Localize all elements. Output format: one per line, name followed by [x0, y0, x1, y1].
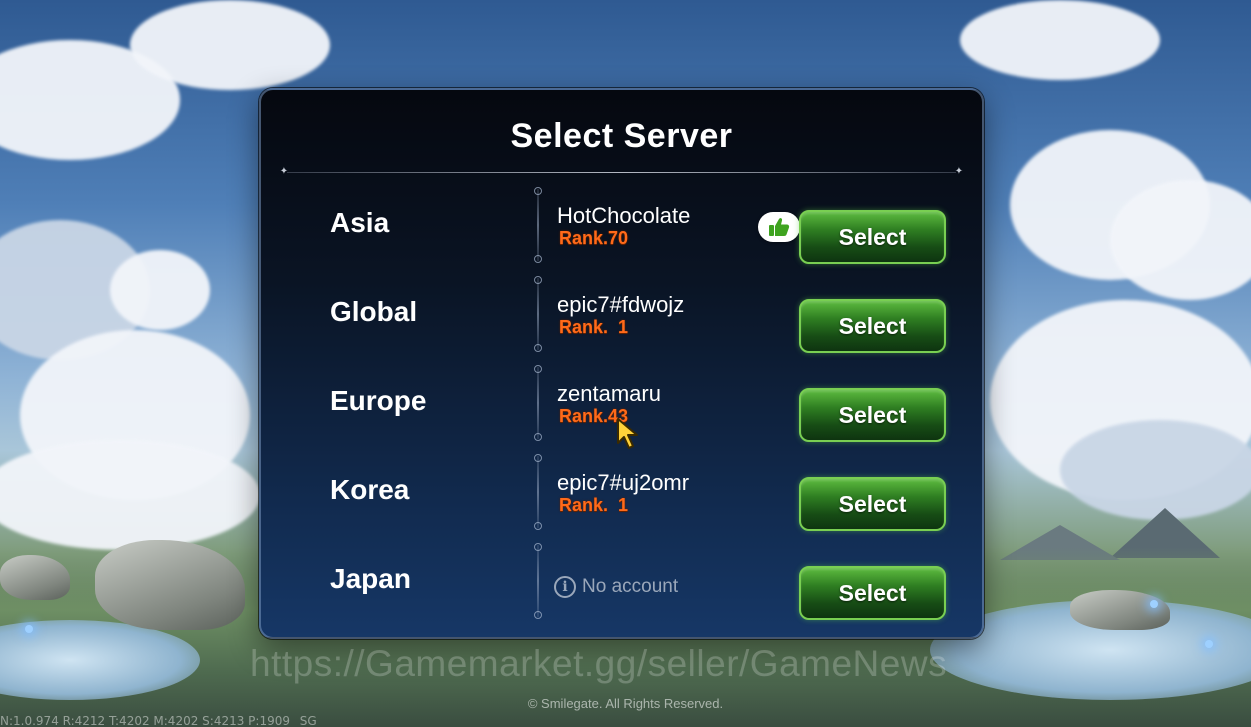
- dialog-title: Select Server: [510, 117, 733, 155]
- select-server-dialog: Select Server ✦ ✦ Asia HotChocolate Rank…: [259, 88, 984, 639]
- account-name: epic7#fdwojz: [557, 292, 685, 317]
- account-name: epic7#uj2omr: [557, 470, 690, 495]
- region-name: Europe: [330, 385, 427, 416]
- divider-ornament-icon: ✦: [279, 166, 289, 177]
- select-button-global[interactable]: Select: [799, 299, 946, 353]
- row-separator: [534, 454, 542, 530]
- account-rank: Rank. 1: [559, 495, 629, 515]
- server-row-asia: Asia HotChocolate Rank.70 Select: [261, 187, 982, 267]
- select-button-asia[interactable]: Select: [799, 210, 946, 264]
- select-button-japan[interactable]: Select: [799, 566, 946, 620]
- no-account-notice: i No account: [554, 576, 678, 598]
- rock: [1070, 590, 1170, 630]
- thumbs-up-icon-graphic: [769, 218, 790, 236]
- glow-orb: [1205, 640, 1213, 648]
- mouse-pointer-icon-graphic: [617, 418, 638, 449]
- account-name: zentamaru: [557, 381, 661, 406]
- glow-orb: [25, 625, 33, 633]
- row-separator: [534, 365, 542, 441]
- row-separator: [534, 276, 542, 352]
- region-name: Asia: [330, 207, 390, 238]
- region-name: Global: [330, 296, 418, 327]
- region-name: Japan: [330, 563, 411, 594]
- server-row-global: Global epic7#fdwojz Rank. 1 Select: [261, 276, 982, 356]
- account-rank: Rank.70: [559, 228, 629, 248]
- region-name: Korea: [330, 474, 410, 505]
- account-name: HotChocolate: [557, 203, 691, 228]
- row-separator: [534, 187, 542, 263]
- copyright-text: © Smilegate. All Rights Reserved.: [527, 696, 724, 711]
- info-icon: i: [554, 576, 576, 598]
- cloud: [1110, 180, 1251, 300]
- server-row-korea: Korea epic7#uj2omr Rank. 1 Select: [261, 454, 982, 534]
- mouse-pointer-icon: [616, 417, 642, 456]
- title-divider: ✦ ✦: [280, 167, 963, 177]
- select-button-europe[interactable]: Select: [799, 388, 946, 442]
- cloud: [110, 250, 210, 330]
- glow-orb: [1150, 600, 1158, 608]
- cloud: [1060, 420, 1251, 520]
- version-info: N:1.0.974 R:4212 T:4202 M:4202 S:4213 P:…: [0, 714, 317, 727]
- watermark-text: https://Gamemarket.gg/seller/GameNews: [250, 643, 948, 684]
- account-rank: Rank. 1: [559, 317, 629, 337]
- no-account-label: No account: [582, 576, 679, 597]
- cloud: [0, 440, 260, 550]
- cloud: [960, 0, 1160, 80]
- select-button-korea[interactable]: Select: [799, 477, 946, 531]
- cloud: [130, 0, 330, 90]
- row-separator: [534, 543, 542, 619]
- server-row-japan: Japan i No account Select: [261, 543, 982, 623]
- divider-ornament-icon: ✦: [954, 166, 964, 177]
- thumbs-up-icon: [758, 212, 800, 242]
